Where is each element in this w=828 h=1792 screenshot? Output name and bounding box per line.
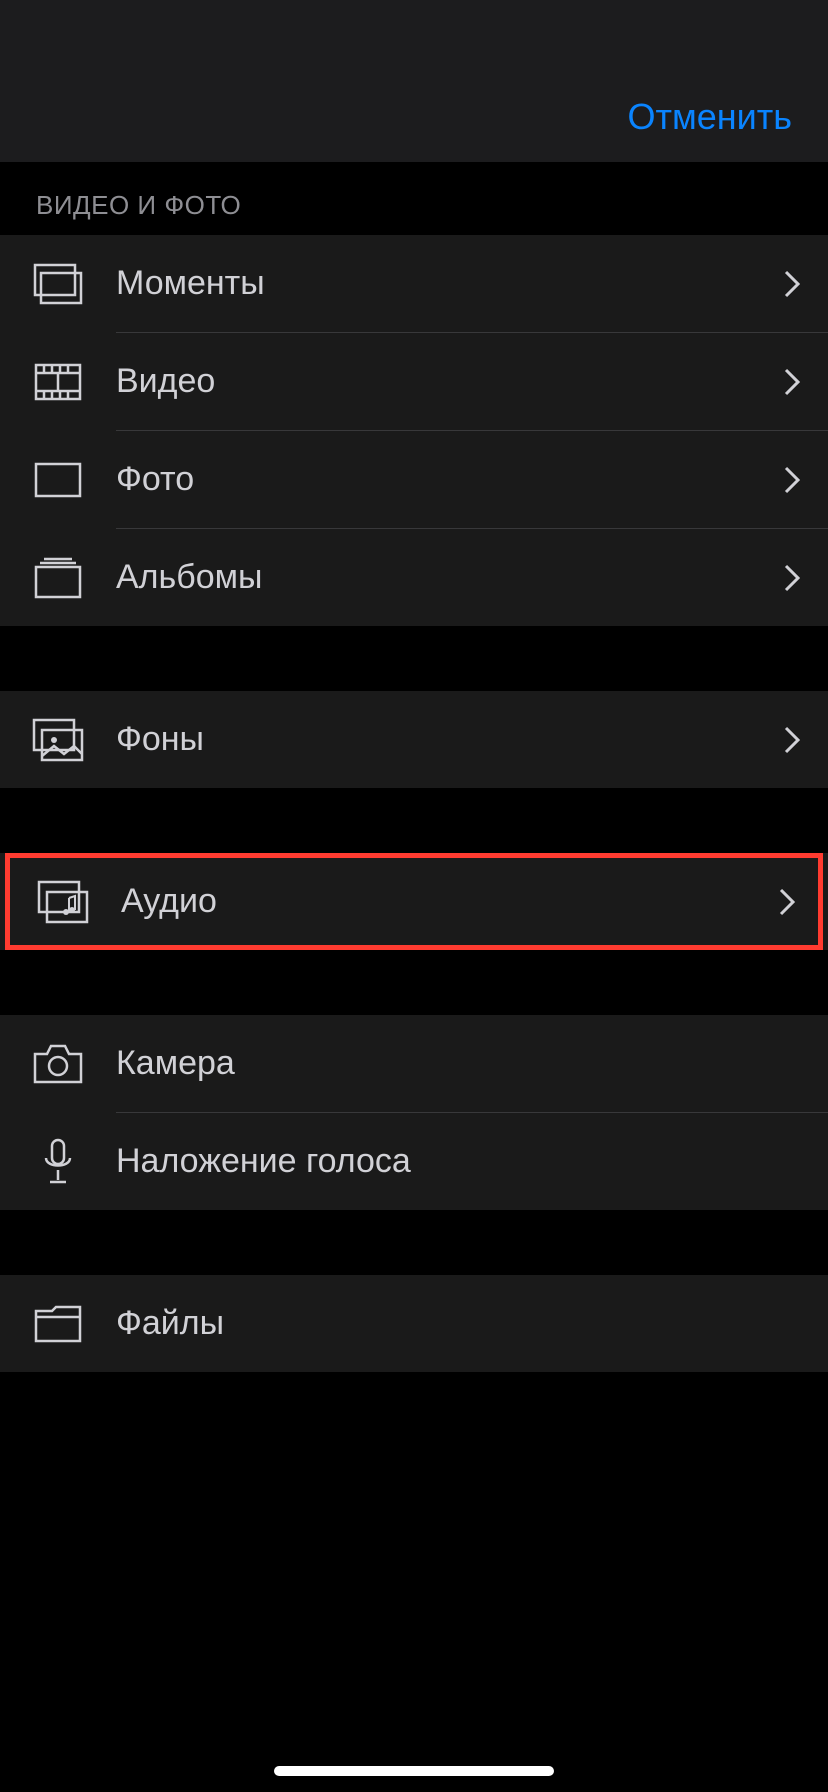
audio-icon	[35, 874, 91, 930]
content: ВИДЕО И ФОТО Моменты	[0, 162, 828, 1372]
row-albums[interactable]: Альбомы	[0, 529, 828, 626]
home-indicator	[274, 1766, 554, 1776]
row-label: Файлы	[116, 1304, 784, 1343]
section-audio: Аудио	[0, 853, 828, 950]
row-photo[interactable]: Фото	[0, 431, 828, 528]
chevron-right-icon	[784, 564, 800, 592]
row-label: Фоны	[116, 720, 784, 759]
row-label: Фото	[116, 460, 784, 499]
gap	[0, 626, 828, 691]
backgrounds-icon	[30, 712, 86, 768]
chevron-right-icon	[784, 368, 800, 396]
gap	[0, 950, 828, 1015]
microphone-icon	[30, 1134, 86, 1190]
chevron-right-icon	[779, 888, 795, 916]
section-video-photo: Моменты	[0, 235, 828, 626]
header: Отменить	[0, 0, 828, 162]
camera-icon	[30, 1036, 86, 1092]
albums-icon	[30, 550, 86, 606]
moments-icon	[30, 256, 86, 312]
row-label: Наложение голоса	[116, 1142, 784, 1181]
video-icon	[30, 354, 86, 410]
folder-icon	[30, 1296, 86, 1352]
section-header-video-photo: ВИДЕО И ФОТО	[0, 162, 828, 235]
row-label: Моменты	[116, 264, 784, 303]
cancel-button[interactable]: Отменить	[628, 96, 793, 138]
row-voiceover[interactable]: Наложение голоса	[0, 1113, 828, 1210]
row-video[interactable]: Видео	[0, 333, 828, 430]
row-backgrounds[interactable]: Фоны	[0, 691, 828, 788]
gap	[0, 788, 828, 853]
row-label: Камера	[116, 1044, 784, 1083]
photo-icon	[30, 452, 86, 508]
row-label: Аудио	[121, 882, 779, 921]
section-files: Файлы	[0, 1275, 828, 1372]
gap	[0, 1210, 828, 1275]
row-moments[interactable]: Моменты	[0, 235, 828, 332]
chevron-right-icon	[784, 466, 800, 494]
row-label: Альбомы	[116, 558, 784, 597]
chevron-right-icon	[784, 726, 800, 754]
chevron-right-icon	[784, 270, 800, 298]
row-label: Видео	[116, 362, 784, 401]
row-audio[interactable]: Аудио	[5, 853, 823, 950]
section-backgrounds: Фоны	[0, 691, 828, 788]
row-camera[interactable]: Камера	[0, 1015, 828, 1112]
row-files[interactable]: Файлы	[0, 1275, 828, 1372]
section-camera-voice: Камера Наложение голоса	[0, 1015, 828, 1210]
